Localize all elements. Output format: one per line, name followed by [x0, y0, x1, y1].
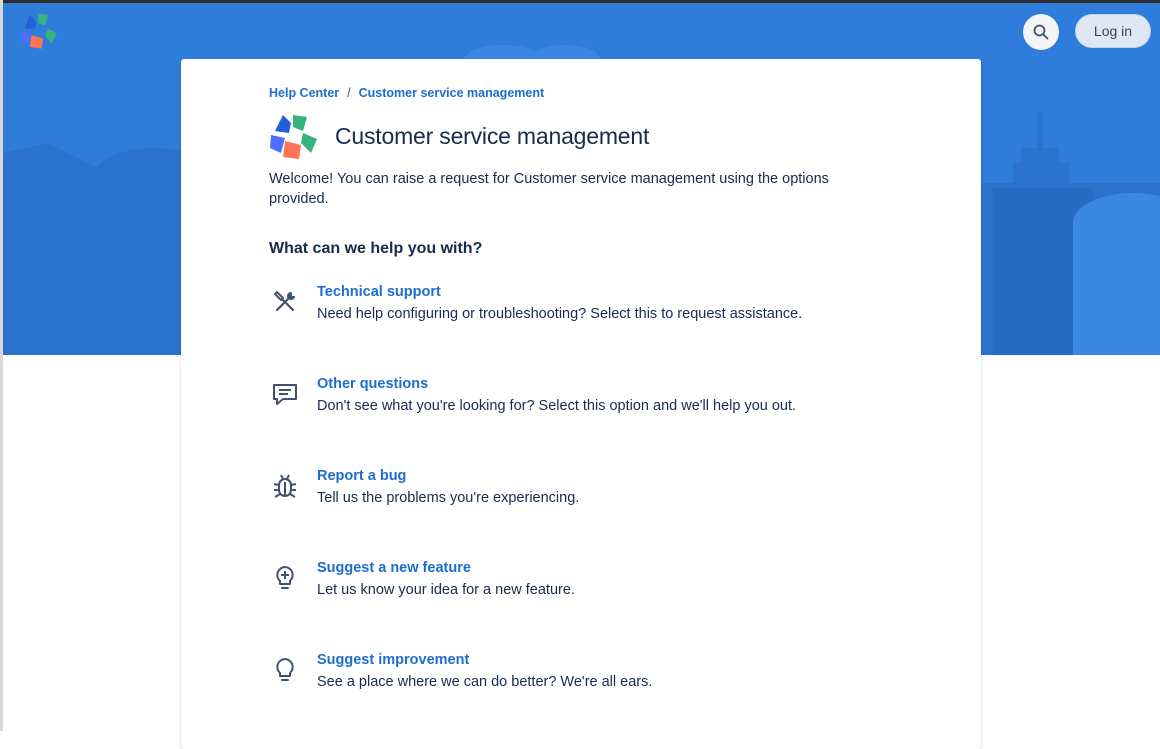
request-type-suggest-feature[interactable]: Suggest a new feature Let us know your i… — [269, 560, 889, 620]
request-type-technical-support[interactable]: Technical support Need help configuring … — [269, 284, 889, 344]
request-type-other-questions[interactable]: Other questions Don't see what you're lo… — [269, 376, 889, 436]
search-button[interactable] — [1023, 14, 1059, 50]
request-type-name[interactable]: Report a bug — [317, 468, 406, 484]
page-title: Customer service management — [335, 123, 650, 149]
breadcrumb: Help Center / Customer service managemen… — [269, 86, 544, 100]
breadcrumb-portal[interactable]: Customer service management — [359, 86, 545, 100]
search-icon — [1033, 24, 1049, 40]
request-type-name[interactable]: Suggest a new feature — [317, 560, 471, 576]
bug-icon — [273, 474, 297, 498]
request-type-name[interactable]: Other questions — [317, 376, 428, 392]
lightbulb-icon — [276, 658, 294, 681]
request-type-suggest-improvement[interactable]: Suggest improvement See a place where we… — [269, 652, 889, 712]
request-type-description: Let us know your idea for a new feature. — [317, 582, 575, 598]
login-button[interactable]: Log in — [1075, 14, 1151, 48]
breadcrumb-separator: / — [347, 86, 351, 100]
request-type-description: See a place where we can do better? We'r… — [317, 674, 653, 690]
chat-icon — [273, 384, 297, 405]
welcome-message: Welcome! You can raise a request for Cus… — [269, 171, 829, 207]
window-left-edge — [0, 0, 3, 731]
help-heading: What can we help you with? — [269, 240, 483, 257]
request-type-report-bug[interactable]: Report a bug Tell us the problems you're… — [269, 468, 889, 528]
portal-logo — [270, 115, 317, 159]
tools-icon — [274, 291, 295, 312]
request-type-description: Tell us the problems you're experiencing… — [317, 490, 580, 506]
help-center-logo[interactable] — [18, 10, 60, 52]
request-type-description: Need help configuring or troubleshooting… — [317, 306, 803, 322]
lightbulb-plus-icon — [276, 566, 294, 589]
request-type-name[interactable]: Technical support — [317, 284, 441, 300]
breadcrumb-help-center[interactable]: Help Center — [269, 86, 339, 100]
request-type-description: Don't see what you're looking for? Selec… — [317, 398, 797, 414]
portal-card: Help Center / Customer service managemen… — [181, 59, 981, 749]
request-type-name[interactable]: Suggest improvement — [317, 652, 469, 668]
